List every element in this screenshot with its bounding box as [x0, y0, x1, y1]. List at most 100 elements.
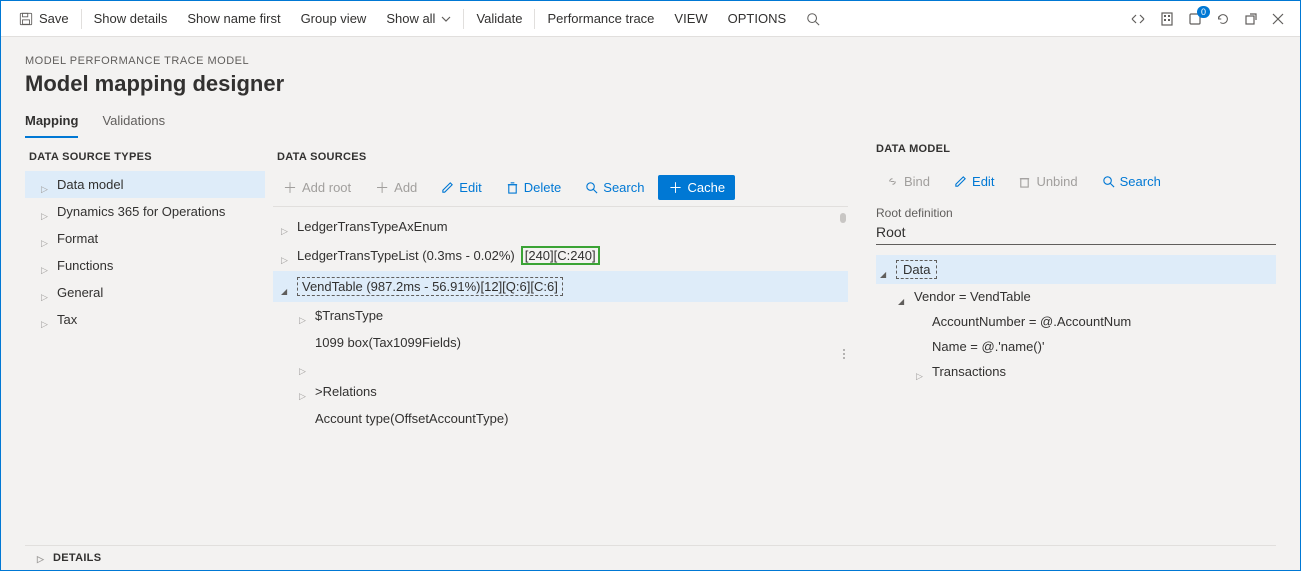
tab-validations[interactable]: Validations — [102, 107, 165, 138]
root-definition-value[interactable]: Root — [876, 222, 1276, 245]
data-model-row[interactable]: Transactions — [876, 359, 1276, 384]
plus-icon: ＋ — [668, 181, 682, 195]
row-label: Vendor = VendTable — [914, 289, 1031, 304]
chevron-right-icon — [41, 180, 51, 190]
data-sources-header: DATA SOURCES — [273, 143, 848, 171]
office-icon[interactable] — [1160, 12, 1174, 26]
connector-icon[interactable] — [1130, 13, 1146, 25]
row-label: Transactions — [932, 364, 1006, 379]
data-model-row[interactable]: Vendor = VendTable — [876, 284, 1276, 309]
separator — [463, 9, 464, 29]
data-source-type-item[interactable]: Dynamics 365 for Operations — [25, 198, 265, 225]
cache-button[interactable]: ＋ Cache — [658, 175, 735, 200]
row-label: Account type(OffsetAccountType) — [315, 411, 508, 426]
notifications-icon[interactable]: 0 — [1188, 12, 1202, 26]
tab-mapping[interactable]: Mapping — [25, 107, 78, 138]
chevron-right-icon — [41, 315, 51, 325]
data-source-types-header: DATA SOURCE TYPES — [25, 143, 265, 171]
row-label: Data — [896, 260, 937, 279]
search-toolbar-button[interactable] — [796, 1, 830, 37]
separator — [534, 9, 535, 29]
show-details-button[interactable]: Show details — [84, 1, 178, 37]
search-button[interactable]: Search — [1092, 169, 1171, 194]
top-toolbar: Save Show details Show name first Group … — [1, 1, 1300, 37]
data-source-types-panel: DATA SOURCE TYPES Data model Dynamics 365… — [25, 143, 265, 545]
panel-resize-handle[interactable] — [840, 344, 848, 364]
chevron-right-icon — [41, 234, 51, 244]
data-source-row[interactable]: LedgerTransTypeList (0.3ms - 0.02%)[240]… — [273, 240, 848, 271]
scrollbar-thumb-top[interactable] — [840, 213, 846, 223]
chevron-right-icon — [41, 207, 51, 217]
bind-button[interactable]: Bind — [876, 169, 940, 194]
separator — [81, 9, 82, 29]
details-expander[interactable]: DETAILS — [25, 545, 1276, 570]
view-button[interactable]: VIEW — [664, 1, 717, 37]
item-label: Format — [57, 231, 98, 246]
data-model-tree: Data Vendor = VendTable AccountNumber = @.… — [876, 255, 1276, 384]
data-source-row[interactable]: 1099 box(Tax1099Fields) — [273, 329, 848, 356]
data-source-type-item[interactable]: Functions — [25, 252, 265, 279]
save-label: Save — [39, 11, 69, 26]
chevron-down-icon — [880, 265, 890, 275]
chevron-right-icon — [37, 553, 47, 563]
chevron-right-icon — [281, 251, 291, 261]
data-sources-panel: DATA SOURCES ＋Add root ＋Add Edit Delete … — [273, 143, 848, 545]
data-model-row[interactable]: AccountNumber = @.AccountNum — [876, 309, 1276, 334]
search-icon — [585, 181, 598, 194]
item-label: Tax — [57, 312, 77, 327]
root-definition-label: Root definition — [876, 204, 1276, 222]
chevron-down-icon — [898, 292, 908, 302]
data-source-type-item[interactable]: Tax — [25, 306, 265, 333]
popout-icon[interactable] — [1244, 12, 1258, 26]
chevron-down-icon — [281, 282, 291, 292]
data-source-row[interactable]: $TransType — [273, 302, 848, 329]
data-source-row[interactable]: VendTable (987.2ms - 56.91%)[12][Q:6][C:… — [273, 271, 848, 302]
performance-trace-button[interactable]: Performance trace — [537, 1, 664, 37]
row-label: VendTable (987.2ms - 56.91%)[12][Q:6][C:… — [297, 277, 563, 296]
options-button[interactable]: OPTIONS — [718, 1, 797, 37]
item-label: Dynamics 365 for Operations — [57, 204, 225, 219]
delete-button[interactable]: Delete — [496, 175, 572, 200]
delete-icon — [506, 181, 519, 194]
unbind-button[interactable]: Unbind — [1008, 169, 1087, 194]
search-button[interactable]: Search — [575, 175, 654, 200]
search-icon — [806, 12, 820, 26]
search-icon — [1102, 175, 1115, 188]
chevron-right-icon — [916, 367, 926, 377]
row-label: >Relations — [315, 384, 377, 399]
data-source-type-item[interactable]: Data model — [25, 171, 265, 198]
refresh-icon[interactable] — [1216, 12, 1230, 26]
plus-icon: ＋ — [375, 181, 389, 195]
page-title: Model mapping designer — [25, 71, 1276, 97]
chevron-right-icon — [41, 288, 51, 298]
row-label: Name = @.'name()' — [932, 339, 1044, 354]
close-icon[interactable] — [1272, 13, 1284, 25]
edit-icon — [954, 175, 967, 188]
breadcrumb: MODEL PERFORMANCE TRACE MODEL — [25, 55, 1276, 67]
show-all-dropdown[interactable]: Show all — [376, 1, 461, 37]
data-source-type-item[interactable]: General — [25, 279, 265, 306]
show-name-first-button[interactable]: Show name first — [177, 1, 290, 37]
row-label: LedgerTransTypeList (0.3ms - 0.02%) — [297, 248, 515, 263]
tabs: Mapping Validations — [25, 107, 1276, 139]
data-model-row[interactable]: Name = @.'name()' — [876, 334, 1276, 359]
data-model-action-bar: Bind Edit Unbind Search — [876, 165, 1276, 204]
edit-button[interactable]: Edit — [944, 169, 1004, 194]
save-button[interactable]: Save — [9, 1, 79, 37]
add-root-button[interactable]: ＋Add root — [273, 175, 361, 200]
group-view-button[interactable]: Group view — [291, 1, 377, 37]
item-label: General — [57, 285, 103, 300]
data-source-row[interactable]: Account type(OffsetAccountType) — [273, 405, 848, 432]
data-model-row[interactable]: Data — [876, 255, 1276, 284]
data-source-row[interactable] — [273, 356, 848, 378]
edit-button[interactable]: Edit — [431, 175, 491, 200]
row-label: LedgerTransTypeAxEnum — [297, 219, 448, 234]
data-source-type-item[interactable]: Format — [25, 225, 265, 252]
data-source-row[interactable]: >Relations — [273, 378, 848, 405]
data-source-row[interactable]: LedgerTransTypeAxEnum — [273, 213, 848, 240]
add-button[interactable]: ＋Add — [365, 175, 427, 200]
validate-button[interactable]: Validate — [466, 1, 532, 37]
edit-icon — [441, 181, 454, 194]
row-label: 1099 box(Tax1099Fields) — [315, 335, 461, 350]
data-model-panel: DATA MODEL Bind Edit Unbind Search — [856, 143, 1276, 545]
